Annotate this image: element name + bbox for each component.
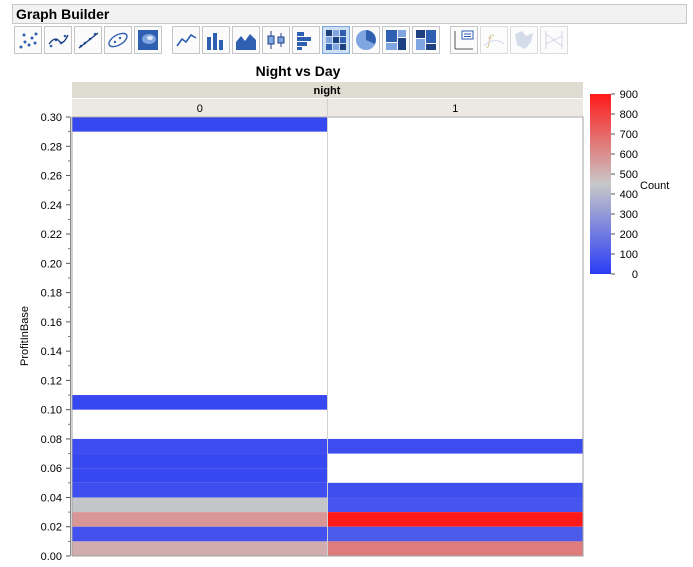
legend-tick-label: 600 bbox=[620, 149, 638, 161]
heatmap-cell[interactable] bbox=[72, 453, 328, 469]
legend-tick-label: 100 bbox=[620, 249, 638, 261]
y-tick-label: 0.12 bbox=[41, 375, 62, 387]
y-tick-label: 0.00 bbox=[41, 551, 62, 563]
heatmap-chart: Night vs Day night 0 1 0.00 0.02 0.04 0.06 0.… bbox=[19, 63, 669, 563]
legend-tick-label: 200 bbox=[620, 229, 638, 241]
y-tick-label: 0.30 bbox=[41, 112, 62, 124]
heatmap-cell[interactable] bbox=[328, 438, 583, 454]
category-label: 0 bbox=[197, 103, 203, 115]
y-tick-label: 0.26 bbox=[41, 171, 62, 183]
y-tick-label: 0.20 bbox=[41, 258, 62, 270]
legend-tick-label: 800 bbox=[620, 109, 638, 121]
y-tick-label: 0.14 bbox=[41, 346, 62, 358]
legend-tick-label: 900 bbox=[620, 89, 638, 101]
y-tick-label: 0.04 bbox=[41, 492, 62, 504]
y-tick-label: 0.18 bbox=[41, 288, 62, 300]
heatmap-cell[interactable] bbox=[72, 497, 328, 513]
category-label: 1 bbox=[452, 103, 458, 115]
chart-title: Night vs Day bbox=[256, 63, 341, 79]
heatmap-cell[interactable] bbox=[328, 526, 583, 542]
heatmap-cell[interactable] bbox=[72, 468, 328, 483]
y-tick-label: 0.28 bbox=[41, 141, 62, 153]
legend-tick-label: 0 bbox=[632, 269, 638, 281]
y-tick-label: 0.24 bbox=[41, 200, 62, 212]
color-legend-bar[interactable] bbox=[590, 94, 611, 274]
heatmap-cell[interactable] bbox=[72, 541, 328, 556]
heatmap-cell[interactable] bbox=[328, 512, 583, 527]
legend-tick-label: 500 bbox=[620, 169, 638, 181]
y-tick-label: 0.06 bbox=[41, 463, 62, 475]
heatmap-cell[interactable] bbox=[72, 526, 328, 542]
heatmap-cell[interactable] bbox=[328, 541, 583, 556]
y-tick-label: 0.10 bbox=[41, 405, 62, 417]
heatmap-cell[interactable] bbox=[72, 438, 328, 454]
legend-tick-label: 700 bbox=[620, 129, 638, 141]
heatmap-cell[interactable] bbox=[72, 117, 328, 132]
group-header-label: night bbox=[314, 85, 341, 97]
heatmap-cell[interactable] bbox=[328, 482, 583, 498]
y-axis-title: ProfitInBase bbox=[19, 306, 31, 366]
heatmap-cell[interactable] bbox=[72, 482, 328, 498]
heatmap-cell[interactable] bbox=[328, 497, 583, 513]
heatmap-cell[interactable] bbox=[72, 395, 328, 410]
y-tick-label: 0.08 bbox=[41, 434, 62, 446]
legend-tick-label: 400 bbox=[620, 189, 638, 201]
y-tick-label: 0.22 bbox=[41, 229, 62, 241]
y-tick-label: 0.02 bbox=[41, 522, 62, 534]
y-tick-label: 0.16 bbox=[41, 317, 62, 329]
color-legend-title: Count bbox=[640, 180, 669, 192]
legend-tick-label: 300 bbox=[620, 209, 638, 221]
heatmap-cell[interactable] bbox=[72, 512, 328, 527]
